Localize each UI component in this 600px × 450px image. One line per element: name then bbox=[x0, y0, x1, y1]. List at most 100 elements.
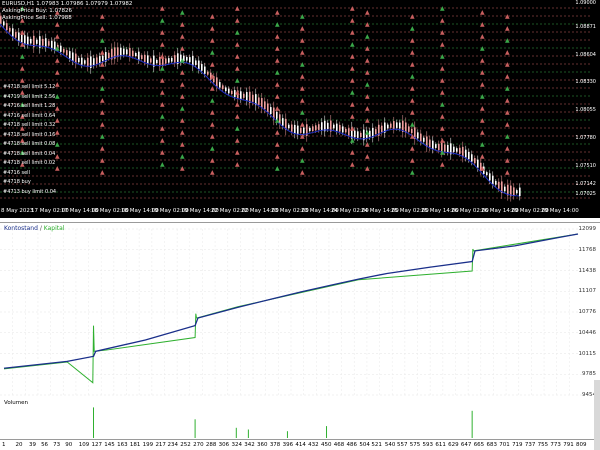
order-marker: ▲ bbox=[160, 29, 165, 36]
order-marker: ▲ bbox=[235, 101, 240, 108]
order-marker: ▲ bbox=[275, 141, 280, 148]
order-marker: ▲ bbox=[160, 5, 165, 12]
x-tick: 701 bbox=[499, 442, 510, 448]
x-tick: 234 bbox=[168, 442, 179, 448]
order-marker: ▲ bbox=[440, 137, 445, 144]
candle-body bbox=[30, 39, 32, 44]
candle-body bbox=[9, 28, 11, 32]
order-label: #4716 sell bbox=[3, 170, 30, 176]
equity-y-tick: 11438 bbox=[579, 268, 597, 274]
equity-legend: Kontostand / Kapital bbox=[4, 225, 64, 232]
candle-body bbox=[171, 58, 173, 62]
order-marker: ▲ bbox=[180, 165, 185, 172]
order-marker: ▲ bbox=[210, 61, 215, 68]
x-tick: 665 bbox=[474, 442, 485, 448]
x-tick: 342 bbox=[244, 442, 255, 448]
candle-body bbox=[516, 190, 518, 193]
candle-body bbox=[282, 118, 284, 126]
price-chart[interactable]: ▲ ▲ ▲ ▲ ▲ ▲ ▲ ▲ ▲ ▲ ▲ ▲ ▲ ▲ ▲ ▲ ▲ ▲ ▲ ▲ ▲ ▲ ▲ ▲ ▲ ▲ ▲ ▲ ▲ ▲ ▲ ▲ ▲ ▲ ▲ ▲ ▲ ▲ ▲ ▲… bbox=[0, 0, 600, 218]
order-marker: ▲ bbox=[300, 145, 305, 152]
order-marker: ▲ bbox=[100, 37, 105, 44]
candle-body bbox=[513, 187, 515, 195]
candle-body bbox=[6, 23, 8, 30]
candle-body bbox=[87, 58, 89, 67]
candle-body bbox=[93, 58, 95, 65]
candle-body bbox=[327, 123, 329, 129]
order-marker: ▲ bbox=[350, 89, 355, 96]
order-marker: ▲ bbox=[160, 149, 165, 156]
candle-body bbox=[342, 126, 344, 132]
order-marker: ▲ bbox=[160, 65, 165, 72]
order-marker: ▲ bbox=[505, 25, 510, 32]
candle-body bbox=[168, 58, 170, 63]
equity-chart-canvas bbox=[0, 223, 600, 399]
order-marker: ▲ bbox=[160, 41, 165, 48]
candle-body bbox=[219, 82, 221, 87]
candle-body bbox=[477, 160, 479, 168]
candle-body bbox=[204, 67, 206, 74]
order-marker: ▲ bbox=[180, 9, 185, 16]
symbol-info: EURUSD,H1 1.07983 1.07986 1.07979 1.0798… bbox=[2, 1, 132, 8]
candle-body bbox=[81, 58, 83, 65]
order-marker: ▲ bbox=[100, 157, 105, 164]
order-marker: ▲ bbox=[100, 109, 105, 116]
volume-chart[interactable]: Volumen bbox=[0, 399, 600, 440]
equity-chart[interactable]: Kontostand / Kapital 1209911768114381110… bbox=[0, 222, 600, 400]
order-marker: ▲ bbox=[300, 157, 305, 164]
candle-body bbox=[486, 172, 488, 175]
price-tick: 1.09000 bbox=[575, 0, 596, 6]
x-tick: 791 bbox=[563, 442, 574, 448]
candle-body bbox=[339, 125, 341, 132]
candle-body bbox=[240, 91, 242, 99]
order-marker: ▲ bbox=[350, 5, 355, 12]
order-marker: ▲ bbox=[210, 157, 215, 164]
x-tick: 773 bbox=[550, 442, 561, 448]
candle-body bbox=[405, 122, 407, 132]
order-marker: ▲ bbox=[180, 57, 185, 64]
price-tick: 1.08055 bbox=[575, 107, 596, 113]
scrollbar[interactable] bbox=[594, 380, 600, 450]
candle-body bbox=[141, 55, 143, 59]
order-marker: ▲ bbox=[350, 113, 355, 120]
order-marker: ▲ bbox=[235, 137, 240, 144]
candle-body bbox=[42, 39, 44, 46]
price-tick: 1.08604 bbox=[575, 52, 596, 58]
order-marker: ▲ bbox=[100, 85, 105, 92]
order-marker: ▲ bbox=[160, 101, 165, 108]
candle-body bbox=[264, 101, 266, 109]
order-marker: ▲ bbox=[235, 29, 240, 36]
order-marker: ▲ bbox=[410, 97, 415, 104]
order-marker: ▲ bbox=[350, 17, 355, 24]
candle-body bbox=[492, 176, 494, 185]
order-marker: ▲ bbox=[55, 33, 60, 40]
order-marker: ▲ bbox=[365, 69, 370, 76]
order-marker: ▲ bbox=[100, 145, 105, 152]
candle-body bbox=[375, 129, 377, 134]
order-marker: ▲ bbox=[505, 73, 510, 80]
order-marker: ▲ bbox=[480, 129, 485, 136]
candle-body bbox=[207, 72, 209, 75]
candle-body bbox=[312, 126, 314, 131]
order-marker: ▲ bbox=[440, 77, 445, 84]
x-tick: 181 bbox=[130, 442, 141, 448]
x-tick: 432 bbox=[308, 442, 319, 448]
x-tick: 39 bbox=[29, 442, 36, 448]
candle-body bbox=[357, 131, 359, 138]
order-marker: ▲ bbox=[55, 165, 60, 172]
order-marker: ▲ bbox=[440, 149, 445, 156]
order-marker: ▲ bbox=[55, 129, 60, 136]
price-chart-canvas: ▲ ▲ ▲ ▲ ▲ ▲ ▲ ▲ ▲ ▲ ▲ ▲ ▲ ▲ ▲ ▲ ▲ ▲ ▲ ▲ ▲ ▲ ▲ ▲ ▲ ▲ ▲ ▲ ▲ ▲ ▲ ▲ ▲ ▲ ▲ ▲ ▲ ▲ ▲ ▲… bbox=[0, 0, 600, 218]
x-tick: 109 bbox=[79, 442, 90, 448]
price-tick: 1.08330 bbox=[575, 79, 596, 85]
order-marker: ▲ bbox=[160, 17, 165, 24]
order-marker: ▲ bbox=[365, 45, 370, 52]
candle-body bbox=[222, 85, 224, 89]
order-marker: ▲ bbox=[505, 85, 510, 92]
order-marker: ▲ bbox=[480, 81, 485, 88]
order-marker: ▲ bbox=[300, 121, 305, 128]
candle-body bbox=[84, 60, 86, 63]
x-tick: 199 bbox=[143, 442, 154, 448]
candle-body bbox=[465, 150, 467, 158]
x-tick: 360 bbox=[257, 442, 268, 448]
candle-body bbox=[189, 57, 191, 62]
